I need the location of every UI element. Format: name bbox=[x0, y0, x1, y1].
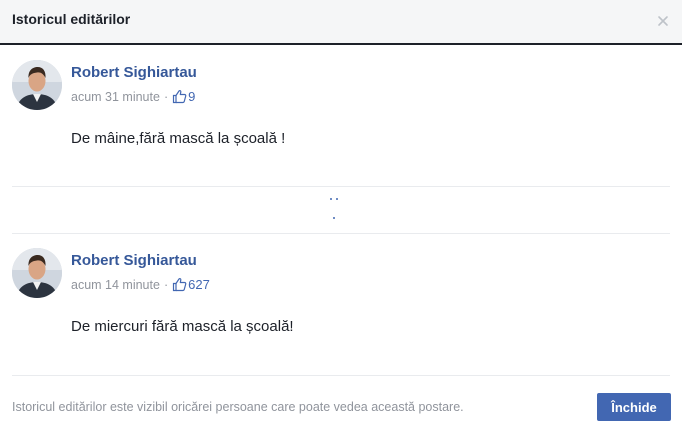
more-dots-icon[interactable] bbox=[326, 196, 342, 222]
post-meta: acum 31 minute · 9 bbox=[71, 89, 195, 104]
post-text: De miercuri fără mască la școală! bbox=[71, 318, 294, 335]
post-meta: acum 14 minute · 627 bbox=[71, 277, 210, 292]
visibility-note: Istoricul editărilor este vizibil oricăr… bbox=[12, 400, 464, 414]
divider bbox=[12, 375, 670, 376]
divider bbox=[12, 233, 670, 234]
meta-separator: · bbox=[163, 89, 169, 104]
meta-separator: · bbox=[163, 277, 169, 292]
edit-history-dialog: Istoricul editărilor Robert Sighiartau a… bbox=[0, 0, 682, 432]
post-text: De mâine,fără mască la școală ! bbox=[71, 130, 286, 147]
close-icon[interactable] bbox=[654, 12, 672, 30]
like-count[interactable]: 9 bbox=[188, 89, 195, 104]
author-link[interactable]: Robert Sighiartau bbox=[71, 64, 197, 81]
post-timestamp[interactable]: acum 14 minute bbox=[71, 278, 160, 292]
avatar[interactable] bbox=[12, 60, 62, 110]
post-timestamp[interactable]: acum 31 minute bbox=[71, 90, 160, 104]
dialog-header: Istoricul editărilor bbox=[0, 0, 682, 45]
author-link[interactable]: Robert Sighiartau bbox=[71, 252, 197, 269]
dialog-title: Istoricul editărilor bbox=[12, 11, 131, 27]
thumbs-up-icon[interactable] bbox=[172, 89, 187, 104]
close-button[interactable]: Închide bbox=[597, 393, 671, 421]
avatar[interactable] bbox=[12, 248, 62, 298]
like-count[interactable]: 627 bbox=[188, 277, 210, 292]
divider bbox=[12, 186, 670, 187]
thumbs-up-icon[interactable] bbox=[172, 277, 187, 292]
